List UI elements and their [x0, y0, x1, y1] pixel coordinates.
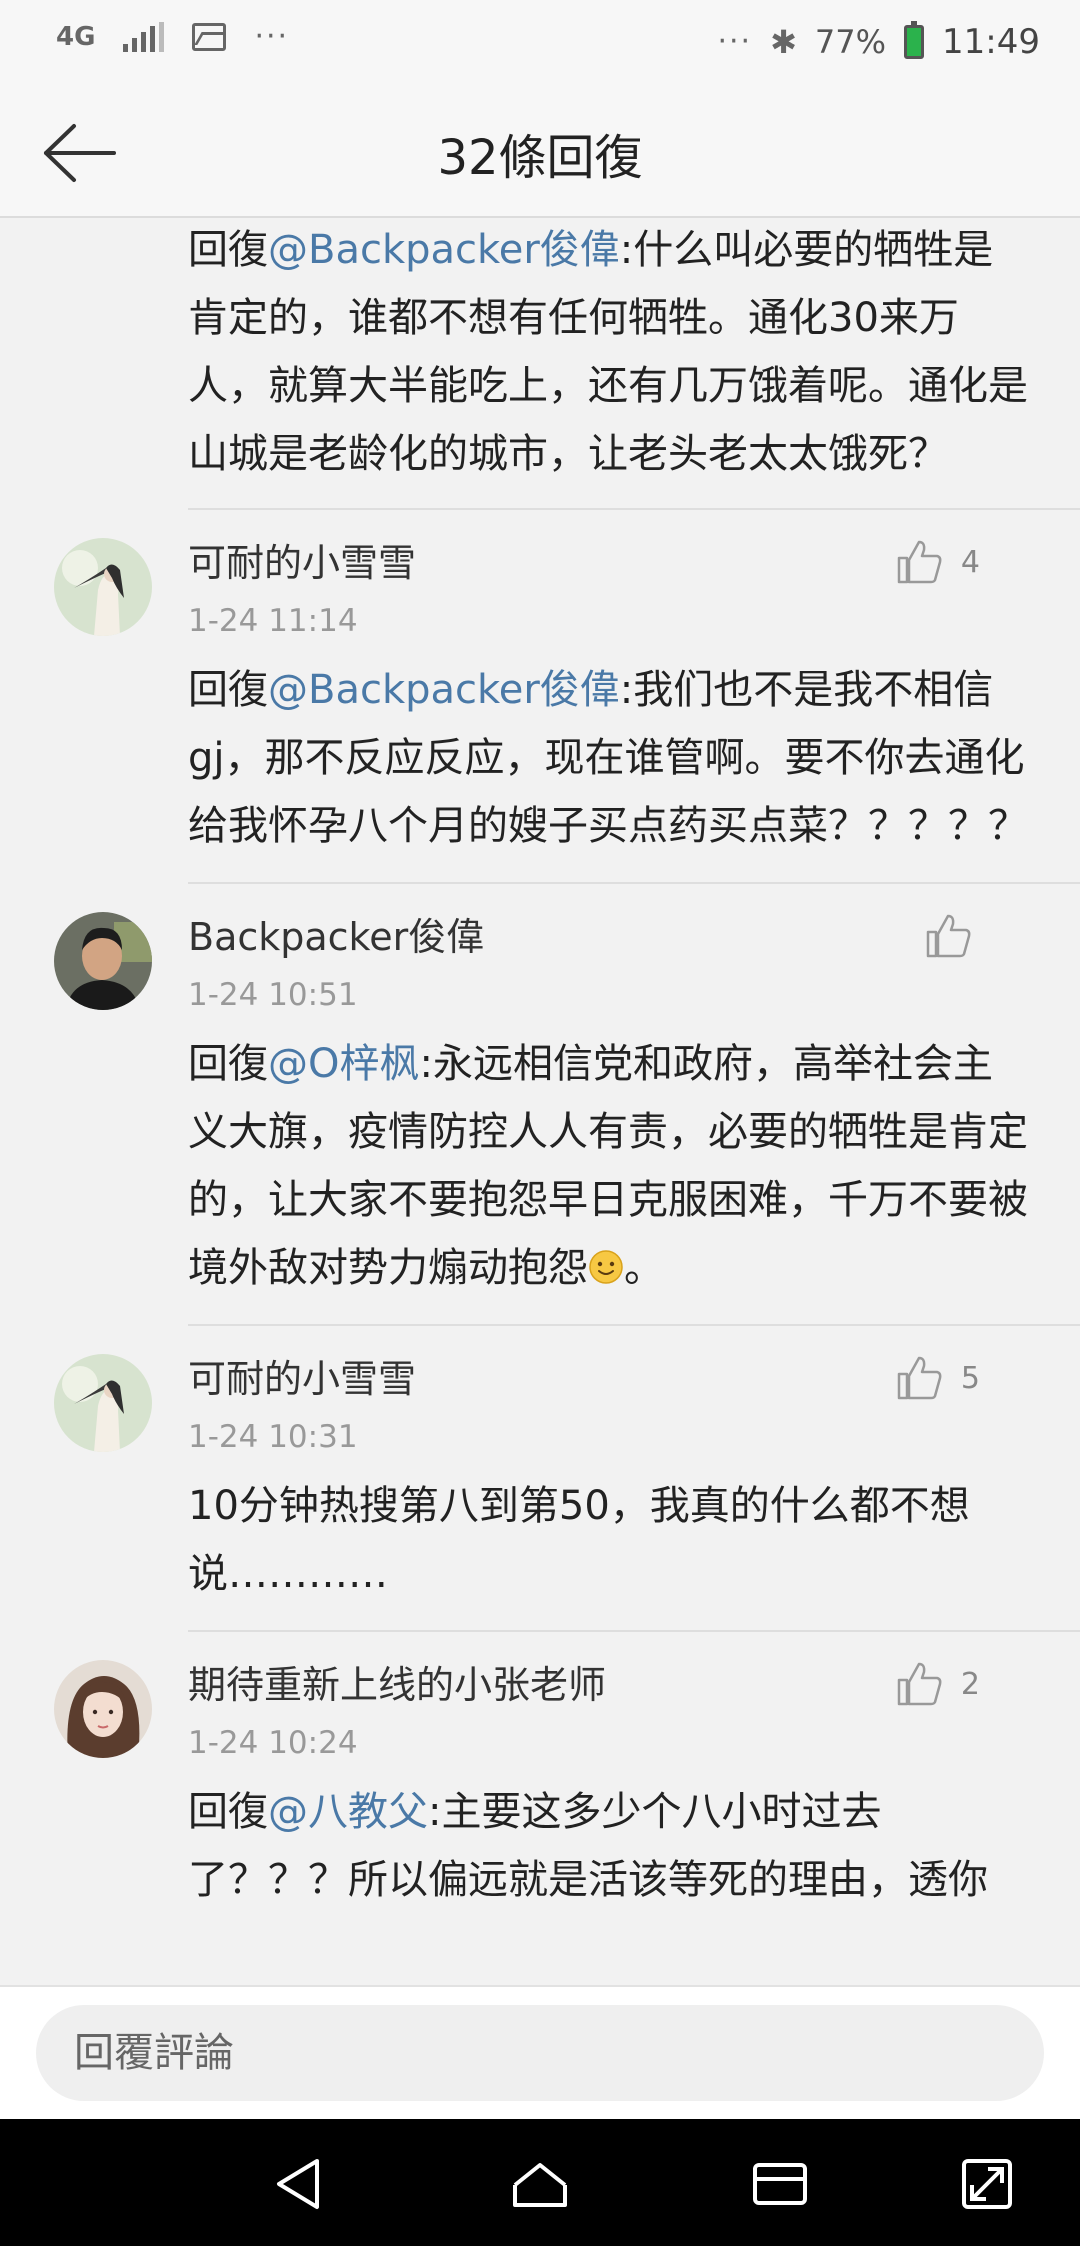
- battery-icon: [904, 21, 925, 59]
- comment-username[interactable]: 可耐的小雪雪: [188, 541, 416, 585]
- reply-comment-input[interactable]: 回覆評論: [36, 2005, 1044, 2101]
- reply-prefix: 回復: [188, 1789, 268, 1835]
- status-bar: 4G ··· ··· ✱ 77% 11:49: [0, 0, 1080, 88]
- comment-body-tail: 。: [624, 1245, 664, 1291]
- comment-text: 回復@Backpacker俊偉:我们也不是我不相信gj，那不反应反应，现在谁管啊…: [188, 656, 1030, 860]
- comment-text: 回復@O梓枫:永远相信党和政府，高举社会主义大旗，疫情防控人人有责，必要的牺牲是…: [188, 1030, 1030, 1302]
- mention-link[interactable]: @八教父: [268, 1789, 428, 1835]
- page-title: 32條回復: [437, 130, 643, 186]
- like-button[interactable]: 2: [895, 1660, 980, 1708]
- thumbs-up-icon: [897, 1356, 942, 1400]
- mention-link[interactable]: @O梓枫: [268, 1041, 419, 1087]
- more-notifications-icon: ···: [254, 19, 290, 54]
- signal-strength-icon: [123, 22, 165, 52]
- nav-expand-button[interactable]: [952, 2149, 1022, 2219]
- comment-text: 回復@Backpacker俊偉:什么叫必要的牺牲是肯定的，谁都不想有任何牺牲。通…: [188, 218, 1030, 508]
- comment-username[interactable]: 可耐的小雪雪: [188, 1357, 416, 1401]
- triangle-back-icon: [277, 2159, 319, 2209]
- reply-prefix: 回復: [188, 667, 268, 713]
- comment-username[interactable]: 期待重新上线的小张老师: [188, 1663, 606, 1707]
- girl-portrait-avatar-icon: [54, 1660, 152, 1758]
- like-count: 4: [960, 544, 980, 580]
- like-count: 2: [960, 1666, 980, 1702]
- comment-text: 回復@八教父:主要这多少个八小时过去了？？？所以偏远就是活该等死的理由，透你: [188, 1778, 1030, 1914]
- woman-long-hair-avatar-icon: [54, 538, 152, 636]
- comment-item[interactable]: 可耐的小雪雪 4 1-24 11:14 回復@Backpacker俊偉:我们也不…: [0, 510, 1080, 882]
- comment-continued: 回復@Backpacker俊偉:什么叫必要的牺牲是肯定的，谁都不想有任何牺牲。通…: [0, 218, 1080, 508]
- comment-item[interactable]: 期待重新上线的小张老师 2 1-24 10:24 回復@八教父:主要这多少个八小…: [0, 1632, 1080, 1936]
- bluetooth-icon: ✱: [770, 23, 797, 61]
- recents-icon: [753, 2163, 807, 2205]
- system-navigation-bar: [0, 2119, 1080, 2246]
- expand-screen-icon: [962, 2159, 1012, 2209]
- network-type-icon: 4G: [56, 22, 96, 52]
- avatar[interactable]: [54, 1354, 152, 1452]
- reply-list[interactable]: 回復@Backpacker俊偉:什么叫必要的牺牲是肯定的，谁都不想有任何牺牲。通…: [0, 218, 1080, 1985]
- home-icon: [513, 2163, 567, 2207]
- nav-recents-button[interactable]: [745, 2149, 815, 2219]
- comment-time: 1-24 11:14: [188, 603, 358, 639]
- comment-time: 1-24 10:24: [188, 1725, 358, 1761]
- comment-body: 10分钟热搜第八到第50，我真的什么都不想说…………: [188, 1483, 970, 1597]
- clock: 11:49: [942, 22, 1040, 62]
- comment-time: 1-24 10:31: [188, 1419, 358, 1455]
- smiley-emoji-icon: [589, 1250, 623, 1284]
- like-count: 5: [960, 1360, 980, 1396]
- woman-long-hair-avatar-icon: [54, 1354, 152, 1452]
- comment-text: 10分钟热搜第八到第50，我真的什么都不想说…………: [188, 1472, 1030, 1608]
- gallery-notification-icon: [192, 23, 227, 51]
- man-portrait-avatar-icon: [54, 912, 152, 1010]
- avatar[interactable]: [54, 1660, 152, 1758]
- mention-link[interactable]: @Backpacker俊偉: [268, 667, 620, 713]
- comment-time: 1-24 10:51: [188, 977, 358, 1013]
- avatar[interactable]: [54, 912, 152, 1010]
- overflow-dots-icon: ···: [717, 24, 753, 59]
- like-button[interactable]: 4: [895, 538, 980, 586]
- mention-link[interactable]: @Backpacker俊偉: [268, 227, 620, 273]
- like-button[interactable]: 5: [895, 1354, 980, 1402]
- avatar[interactable]: [54, 538, 152, 636]
- like-button[interactable]: [924, 912, 990, 960]
- top-app-bar: 32條回復: [0, 88, 1080, 218]
- nav-back-button[interactable]: [265, 2149, 335, 2219]
- thumbs-up-icon: [897, 1662, 942, 1706]
- reply-prefix: 回復: [188, 1041, 268, 1087]
- battery-percent: 77%: [814, 23, 887, 61]
- nav-home-button[interactable]: [505, 2149, 575, 2219]
- thumbs-up-icon: [926, 914, 971, 958]
- reply-prefix: 回復: [188, 227, 268, 273]
- thumbs-up-icon: [897, 540, 942, 584]
- comment-item[interactable]: Backpacker俊偉 1-24 10:51 回復@O梓枫:永远相信党和政府，…: [0, 884, 1080, 1324]
- comment-username[interactable]: Backpacker俊偉: [188, 915, 484, 959]
- comment-item[interactable]: 可耐的小雪雪 5 1-24 10:31 10分钟热搜第八到第50，我真的什么都不…: [0, 1326, 1080, 1630]
- reply-bar: 回覆評論: [0, 1985, 1080, 2119]
